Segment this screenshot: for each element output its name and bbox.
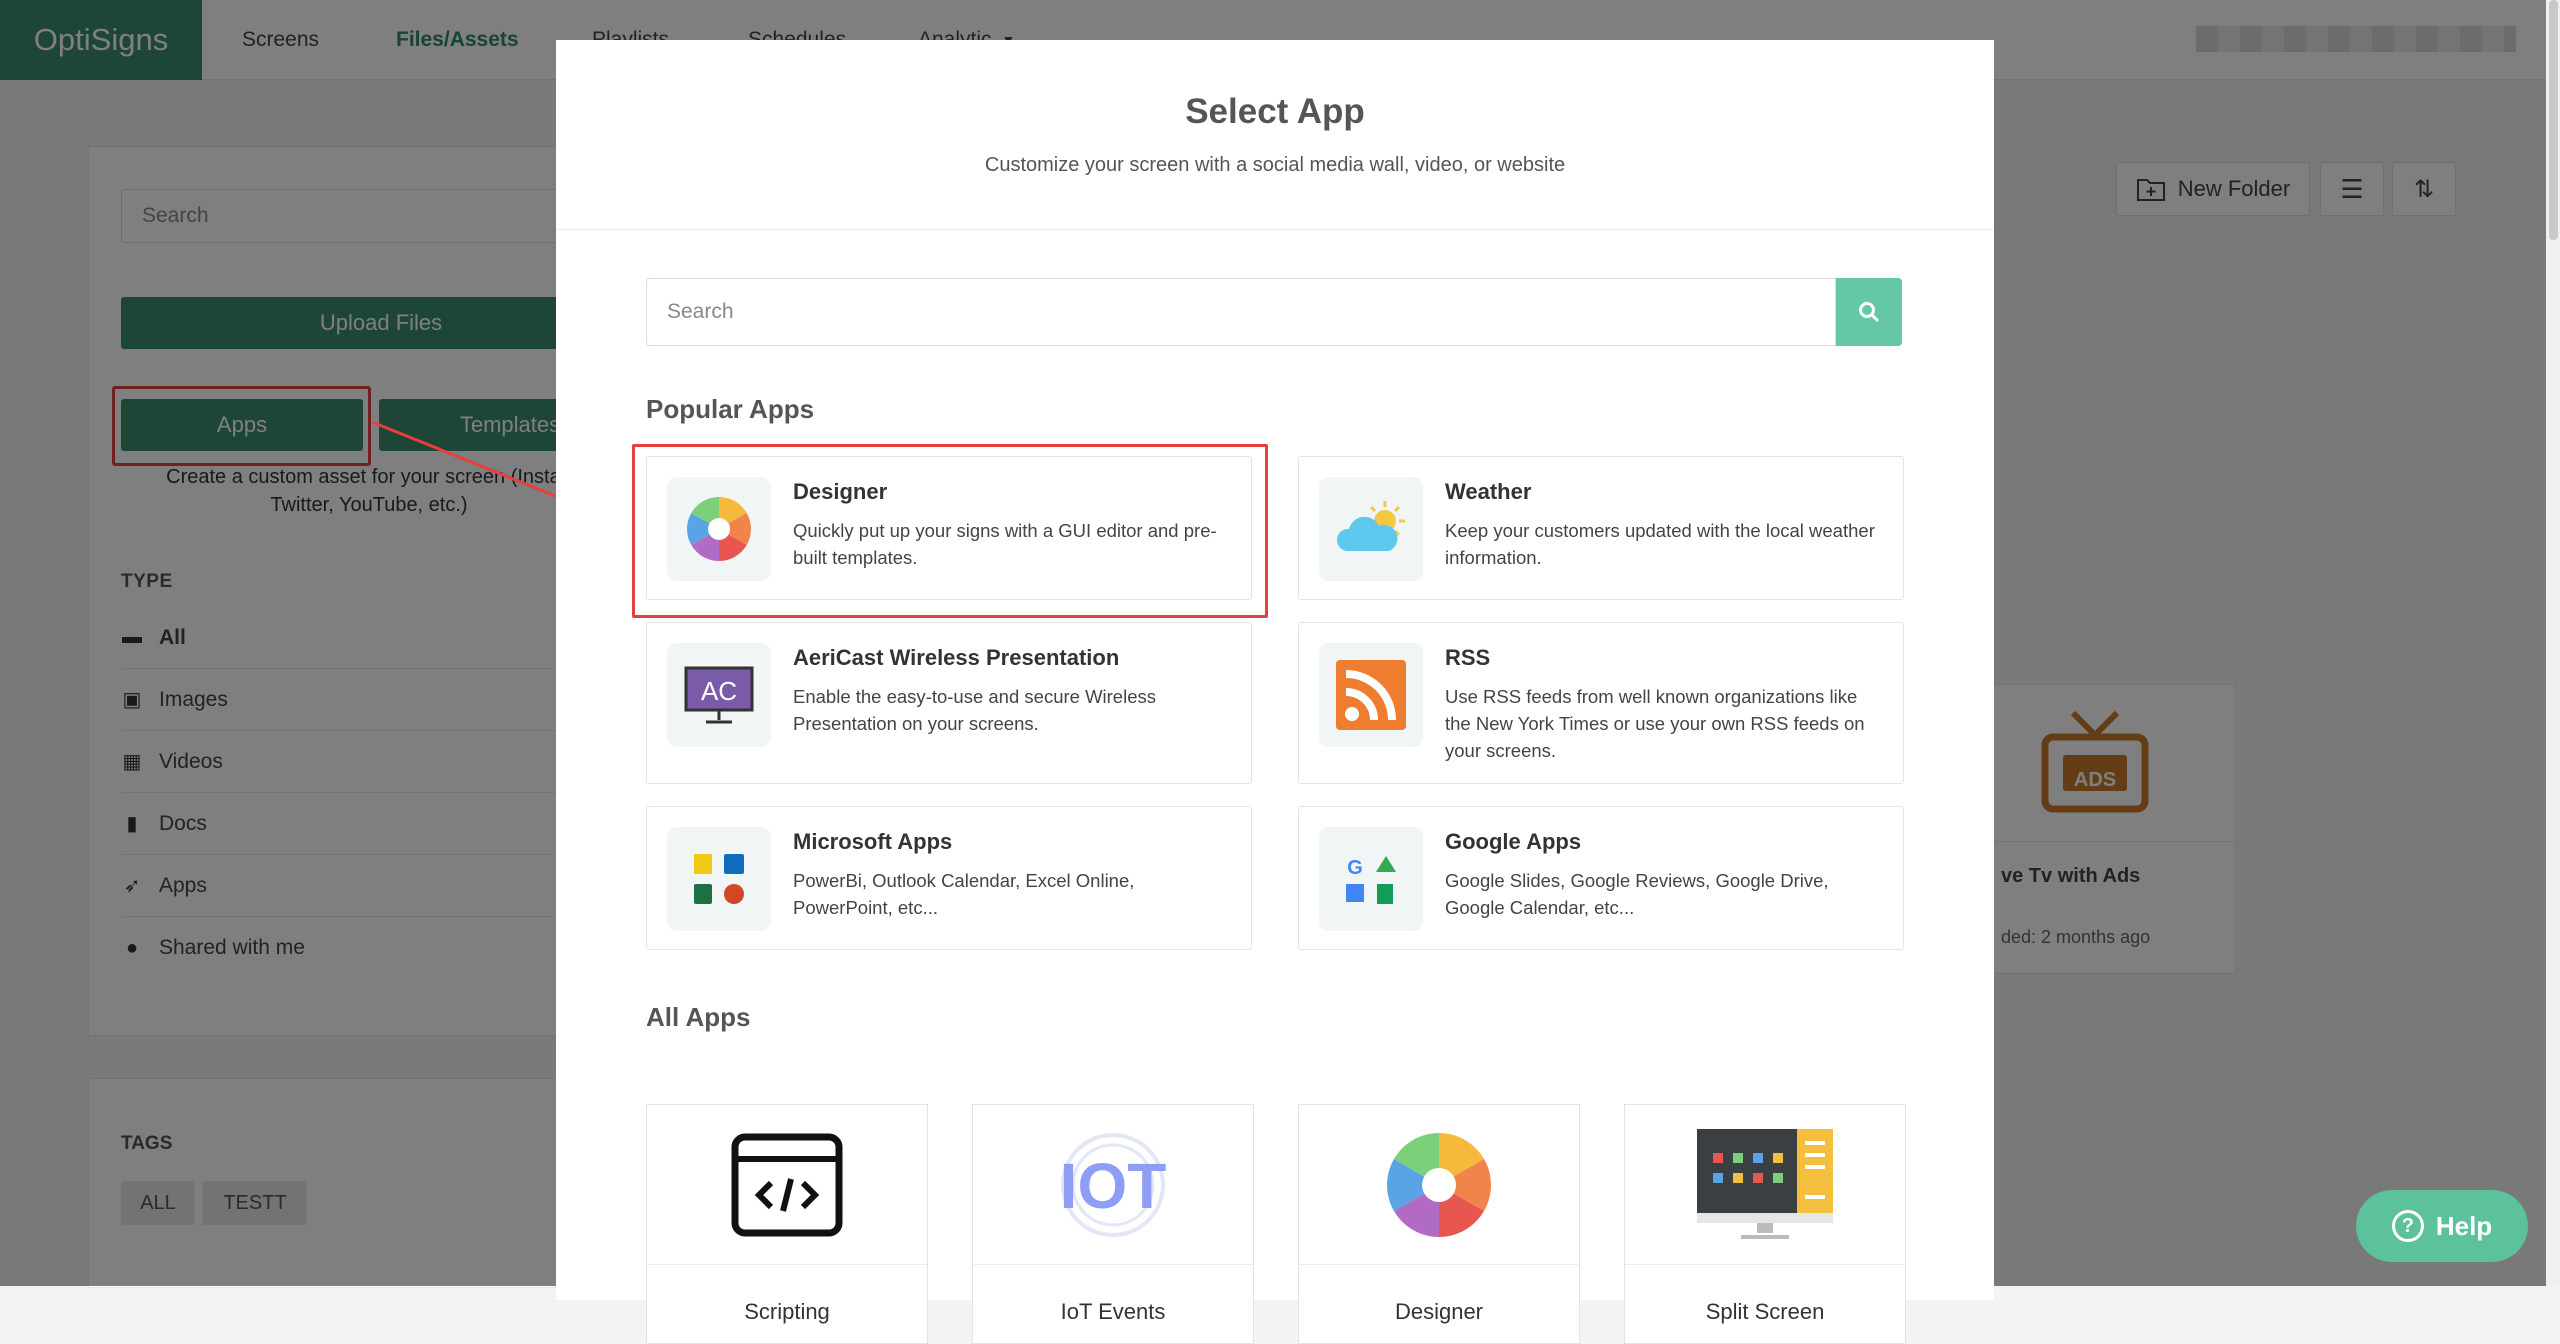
svg-text:G: G bbox=[1347, 857, 1363, 879]
app-card-google[interactable]: G Google Apps Google Slides, Google Revi… bbox=[1298, 806, 1904, 950]
app-card-desc: Enable the easy-to-use and secure Wirele… bbox=[793, 686, 1156, 734]
app-card-title: Google Apps bbox=[1445, 829, 1582, 854]
modal-subtitle: Customize your screen with a social medi… bbox=[984, 154, 1566, 176]
svg-text:AC: AC bbox=[701, 676, 737, 706]
app-card-title: AeriCast Wireless Presentation bbox=[793, 645, 1120, 670]
help-label: Help bbox=[2435, 1210, 2493, 1241]
iot-text: IOT bbox=[1060, 1150, 1167, 1222]
help-icon: ? bbox=[2391, 1210, 2424, 1242]
select-app-modal: Select App Customize your screen with a … bbox=[556, 40, 1994, 1344]
all-app-label: IoT Events bbox=[1060, 1299, 1166, 1324]
all-apps-heading: All Apps bbox=[646, 1002, 751, 1032]
app-card-desc: Google Slides, Google Reviews, Google Dr… bbox=[1445, 870, 1829, 918]
modal-header: Select App Customize your screen with a … bbox=[556, 40, 1994, 230]
modal-title: Select App bbox=[1185, 92, 1365, 131]
app-card-aericast[interactable]: AC AeriCast Wireless Presentation Enable… bbox=[646, 622, 1252, 784]
app-card-title: Microsoft Apps bbox=[793, 829, 953, 854]
app-card-desc: Keep your customers updated with the loc… bbox=[1445, 520, 1875, 568]
all-app-label: Split Screen bbox=[1705, 1299, 1825, 1324]
all-app-iot-events[interactable]: IOT IoT Events bbox=[972, 1104, 1254, 1344]
code-icon bbox=[647, 1105, 927, 1265]
search-button[interactable] bbox=[1836, 278, 1902, 346]
iot-icon: IOT bbox=[973, 1105, 1253, 1265]
designer-highlight-box bbox=[632, 444, 1268, 618]
weather-icon bbox=[1319, 477, 1423, 581]
app-card-title: Weather bbox=[1445, 479, 1532, 504]
microsoft-apps-icon bbox=[667, 827, 771, 931]
app-card-desc: Use RSS feeds from well known organizati… bbox=[1445, 686, 1865, 761]
search-icon bbox=[1859, 302, 1880, 323]
app-search-placeholder: Search bbox=[667, 300, 734, 323]
all-app-label: Scripting bbox=[744, 1299, 830, 1324]
popular-apps-heading: Popular Apps bbox=[646, 394, 815, 424]
google-apps-icon: G bbox=[1319, 827, 1423, 931]
all-app-label: Designer bbox=[1394, 1299, 1484, 1324]
rss-icon bbox=[1319, 643, 1423, 747]
all-app-split-screen[interactable]: Split Screen bbox=[1624, 1104, 1906, 1344]
app-card-microsoft[interactable]: Microsoft Apps PowerBi, Outlook Calendar… bbox=[646, 806, 1252, 950]
app-search-input[interactable]: Search bbox=[646, 278, 1836, 346]
scrollbar-thumb[interactable] bbox=[2549, 0, 2558, 240]
all-app-designer[interactable]: Designer bbox=[1298, 1104, 1580, 1344]
designer-icon bbox=[1299, 1105, 1579, 1265]
split-screen-icon bbox=[1625, 1105, 1905, 1265]
app-card-desc: PowerBi, Outlook Calendar, Excel Online,… bbox=[793, 870, 1135, 918]
app-card-rss[interactable]: RSS Use RSS feeds from well known organi… bbox=[1298, 622, 1904, 784]
help-button[interactable]: ? Help bbox=[2356, 1190, 2528, 1262]
app-card-weather[interactable]: Weather Keep your customers updated with… bbox=[1298, 456, 1904, 600]
app-card-title: RSS bbox=[1445, 645, 1491, 670]
all-app-scripting[interactable]: Scripting bbox=[646, 1104, 928, 1344]
aericast-icon: AC bbox=[667, 643, 771, 747]
